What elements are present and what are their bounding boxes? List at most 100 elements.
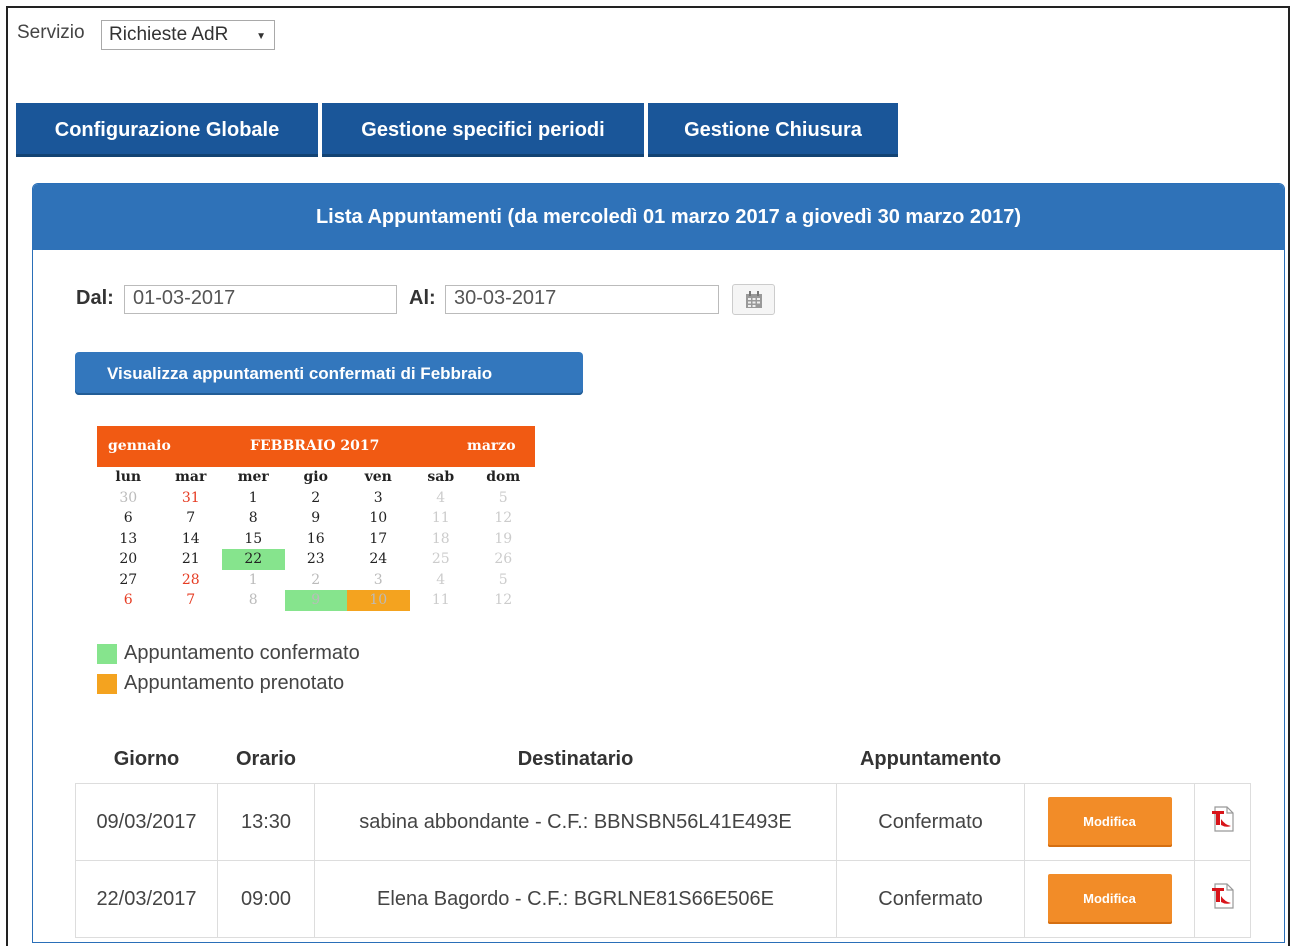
calendar-day[interactable]: 31 xyxy=(160,488,223,509)
modifica-button[interactable]: Modifica xyxy=(1047,874,1172,924)
cell-destinatario: Elena Bagordo - C.F.: BGRLNE81S66E506E xyxy=(314,860,837,938)
calendar-header: gennaio FEBBRAIO 2017 marzo xyxy=(97,426,535,467)
tab-configurazione-globale[interactable]: Configurazione Globale xyxy=(16,103,318,157)
calendar-day[interactable]: 6 xyxy=(97,508,160,529)
calendar-day[interactable]: 12 xyxy=(472,590,535,611)
cell-action: Modifica xyxy=(1024,783,1195,861)
weekday: mer xyxy=(237,469,269,485)
calendar-day[interactable]: 27 xyxy=(97,570,160,591)
calendar-title: FEBBRAIO 2017 xyxy=(250,438,380,454)
calendar-day[interactable]: 11 xyxy=(410,508,473,529)
calendar-week: 6 7 8 9 10 11 12 xyxy=(97,508,535,529)
calendar-day[interactable]: 25 xyxy=(410,549,473,570)
calendar-day[interactable]: 5 xyxy=(472,488,535,509)
caret-down-icon: ▼ xyxy=(256,31,266,42)
tab-gestione-chiusura[interactable]: Gestione Chiusura xyxy=(648,103,898,157)
calendar-day[interactable]: 16 xyxy=(285,529,348,550)
calendar-day[interactable]: 2 xyxy=(285,570,348,591)
calendar-prev-month[interactable]: gennaio xyxy=(108,438,171,454)
table-header-row: Giorno Orario Destinatario Appuntamento xyxy=(76,735,1251,784)
calendar-day[interactable]: 12 xyxy=(472,508,535,529)
calendar-day[interactable]: 1 xyxy=(222,570,285,591)
cell-destinatario: sabina abbondante - C.F.: BBNSBN56L41E49… xyxy=(314,783,837,861)
weekday: gio xyxy=(303,469,328,485)
cell-stato: Confermato xyxy=(836,783,1025,861)
calendar-day[interactable]: 15 xyxy=(222,529,285,550)
al-input[interactable]: 30-03-2017 xyxy=(445,285,719,314)
cell-giorno: 09/03/2017 xyxy=(75,783,218,861)
calendar-day[interactable]: 21 xyxy=(160,549,223,570)
dal-input[interactable]: 01-03-2017 xyxy=(124,285,397,314)
service-select[interactable]: Richieste AdR ▼ xyxy=(101,20,275,50)
table-row: 09/03/2017 13:30 sabina abbondante - C.F… xyxy=(75,783,1251,861)
weekday: mar xyxy=(175,469,207,485)
calendar-button[interactable] xyxy=(732,284,775,315)
calendar-next-month[interactable]: marzo xyxy=(467,438,516,454)
col-destinatario: Destinatario xyxy=(517,747,634,770)
cell-giorno: 22/03/2017 xyxy=(75,860,218,938)
calendar-day[interactable]: 28 xyxy=(160,570,223,591)
calendar-day[interactable]: 18 xyxy=(410,529,473,550)
calendar-day[interactable]: 8 xyxy=(222,590,285,611)
modifica-button[interactable]: Modifica xyxy=(1047,797,1172,847)
panel-title: Lista Appuntamenti (da mercoledì 01 marz… xyxy=(33,184,1284,250)
calendar-week: 30 31 1 2 3 4 5 xyxy=(97,488,535,509)
calendar-week: 6 7 8 9 10 11 12 xyxy=(97,590,535,611)
calendar-day[interactable]: 26 xyxy=(472,549,535,570)
calendar-day[interactable]: 14 xyxy=(160,529,223,550)
calendar-day[interactable]: 10 xyxy=(347,508,410,529)
col-giorno: Giorno xyxy=(113,747,180,770)
col-pdf xyxy=(1195,735,1251,784)
pdf-icon[interactable] xyxy=(1210,805,1236,833)
legend-swatch-confirmed xyxy=(97,643,117,664)
weekday: lun xyxy=(115,469,142,485)
cell-pdf xyxy=(1194,860,1251,938)
calendar-day[interactable]: 17 xyxy=(347,529,410,550)
calendar-day[interactable]: 8 xyxy=(222,508,285,529)
calendar-week: 27 28 1 2 3 4 5 xyxy=(97,570,535,591)
cell-pdf xyxy=(1194,783,1251,861)
calendar-week: 20 21 22 23 24 25 26 xyxy=(97,549,535,570)
calendar-day[interactable]: 4 xyxy=(410,488,473,509)
calendar-day[interactable]: 23 xyxy=(285,549,348,570)
legend-confirmed-label: Appuntamento confermato xyxy=(124,642,360,664)
col-orario: Orario xyxy=(235,747,297,770)
calendar-day[interactable]: 3 xyxy=(347,570,410,591)
legend-booked-label: Appuntamento prenotato xyxy=(124,672,345,694)
cell-orario: 09:00 xyxy=(217,860,315,938)
calendar-day[interactable]: 6 xyxy=(97,590,160,611)
al-label: Al: xyxy=(409,287,436,309)
calendar-day[interactable]: 19 xyxy=(472,529,535,550)
weekday: dom xyxy=(486,469,521,485)
calendar-day[interactable]: 4 xyxy=(410,570,473,591)
weekday: ven xyxy=(364,469,392,485)
calendar-day[interactable]: 13 xyxy=(97,529,160,550)
calendar-day[interactable]: 30 xyxy=(97,488,160,509)
calendar-day[interactable]: 24 xyxy=(347,549,410,570)
col-action xyxy=(1025,735,1195,784)
col-appuntamento: Appuntamento xyxy=(859,747,1002,770)
cell-orario: 13:30 xyxy=(217,783,315,861)
calendar-day[interactable]: 2 xyxy=(285,488,348,509)
mini-calendar: gennaio FEBBRAIO 2017 marzo lun mar mer … xyxy=(97,426,535,611)
calendar-day[interactable]: 3 xyxy=(347,488,410,509)
calendar-day[interactable]: 11 xyxy=(410,590,473,611)
calendar-day[interactable]: 5 xyxy=(472,570,535,591)
calendar-day[interactable]: 9 xyxy=(285,508,348,529)
calendar-weekdays: lun mar mer gio ven sab dom xyxy=(97,467,535,488)
legend-swatch-booked xyxy=(97,673,117,694)
show-confirmed-button[interactable]: Visualizza appuntamenti confermati di Fe… xyxy=(75,352,583,395)
cell-action: Modifica xyxy=(1024,860,1195,938)
service-select-value: Richieste AdR xyxy=(109,24,229,45)
calendar-day-confirmed[interactable]: 9 xyxy=(284,590,347,611)
calendar-day[interactable]: 20 xyxy=(97,549,160,570)
calendar-day[interactable]: 7 xyxy=(160,590,223,611)
calendar-day-booked[interactable]: 10 xyxy=(347,590,410,611)
appointments-table: Giorno Orario Destinatario Appuntamento … xyxy=(75,735,1251,938)
calendar-day[interactable]: 7 xyxy=(160,508,223,529)
calendar-day-confirmed[interactable]: 22 xyxy=(222,549,285,570)
calendar-day[interactable]: 1 xyxy=(222,488,285,509)
tab-gestione-specifici-periodi[interactable]: Gestione specifici periodi xyxy=(322,103,644,157)
calendar-week: 13 14 15 16 17 18 19 xyxy=(97,529,535,550)
pdf-icon[interactable] xyxy=(1210,882,1236,910)
